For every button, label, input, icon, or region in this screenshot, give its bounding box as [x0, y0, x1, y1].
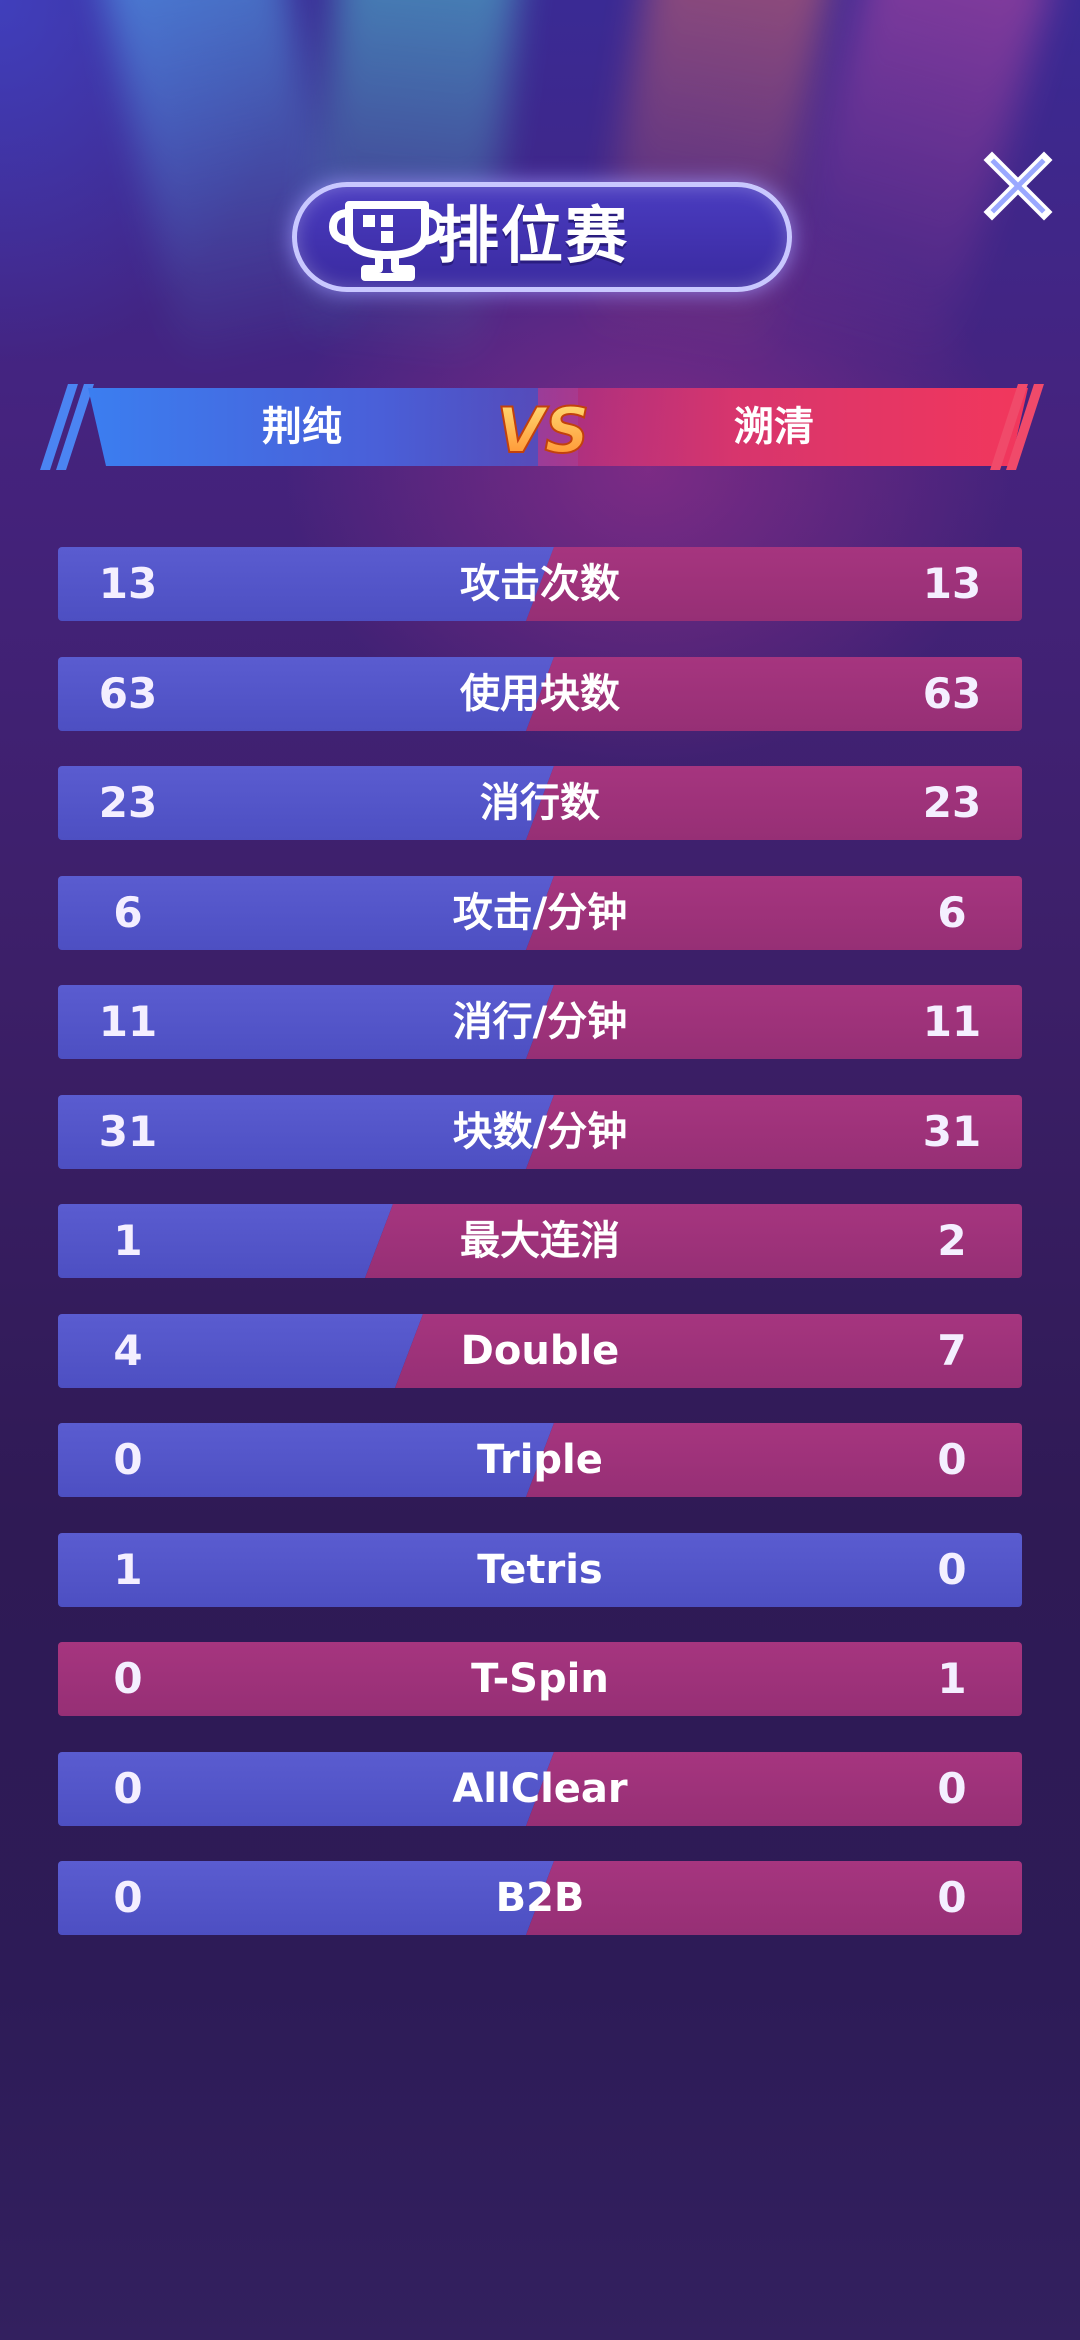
title-badge: 排位赛: [292, 182, 792, 292]
right-value: 0: [937, 1545, 967, 1594]
right-value: 0: [937, 1873, 967, 1922]
close-button[interactable]: [982, 150, 1054, 222]
stat-label: 块数/分钟: [452, 1109, 628, 1155]
right-player-name: 溯清: [734, 404, 814, 450]
right-value: 7: [937, 1326, 967, 1375]
stat-label: B2B: [495, 1875, 585, 1921]
stat-row: 1 Tetris 0: [58, 1533, 1022, 1607]
stat-label: Tetris: [477, 1547, 603, 1593]
stat-row: 11 消行/分钟 11: [58, 985, 1022, 1059]
right-value: 2: [937, 1216, 967, 1265]
versus-bar: 荆纯 溯清 VS: [40, 382, 1044, 472]
stat-label: Double: [460, 1328, 620, 1374]
left-player-name: 荆纯: [262, 404, 342, 450]
right-value: 0: [937, 1764, 967, 1813]
close-icon: [983, 151, 1053, 221]
right-value: 31: [922, 1107, 982, 1156]
right-value: 0: [937, 1435, 967, 1484]
stat-label: T-Spin: [471, 1656, 609, 1702]
right-value: 13: [922, 559, 982, 608]
stat-row: 0 Triple 0: [58, 1423, 1022, 1497]
stat-label: 消行/分钟: [452, 999, 628, 1045]
stat-label: 使用块数: [460, 671, 620, 717]
stat-label: AllClear: [452, 1766, 628, 1812]
stat-label: Triple: [477, 1437, 603, 1483]
trophy-icon: [329, 201, 445, 281]
stat-row: 6 攻击/分钟 6: [58, 876, 1022, 950]
stat-label: 消行数: [480, 780, 600, 826]
page-title: 排位赛: [437, 199, 630, 272]
stat-row: 23 消行数 23: [58, 766, 1022, 840]
vs-logo: VS: [496, 393, 591, 468]
stat-row: 63 使用块数 63: [58, 657, 1022, 731]
stat-label: 攻击次数: [460, 561, 620, 607]
vs-text: VS: [497, 394, 590, 467]
stat-row: 31 块数/分钟 31: [58, 1095, 1022, 1169]
right-value: 11: [922, 997, 982, 1046]
stat-label: 最大连消: [460, 1218, 620, 1264]
stat-row: 4 Double 7: [58, 1314, 1022, 1388]
stat-row: 0 AllClear 0: [58, 1752, 1022, 1826]
right-value: 1: [937, 1654, 967, 1703]
right-value: 63: [922, 669, 982, 718]
right-value: 23: [922, 778, 982, 827]
stat-row: 1 最大连消 2: [58, 1204, 1022, 1278]
stat-row: 0 B2B 0: [58, 1861, 1022, 1935]
stat-row: 13 攻击次数 13: [58, 547, 1022, 621]
stat-label: 攻击/分钟: [452, 890, 628, 936]
stat-row: 0 T-Spin 1: [58, 1642, 1022, 1716]
right-value: 6: [937, 888, 967, 937]
